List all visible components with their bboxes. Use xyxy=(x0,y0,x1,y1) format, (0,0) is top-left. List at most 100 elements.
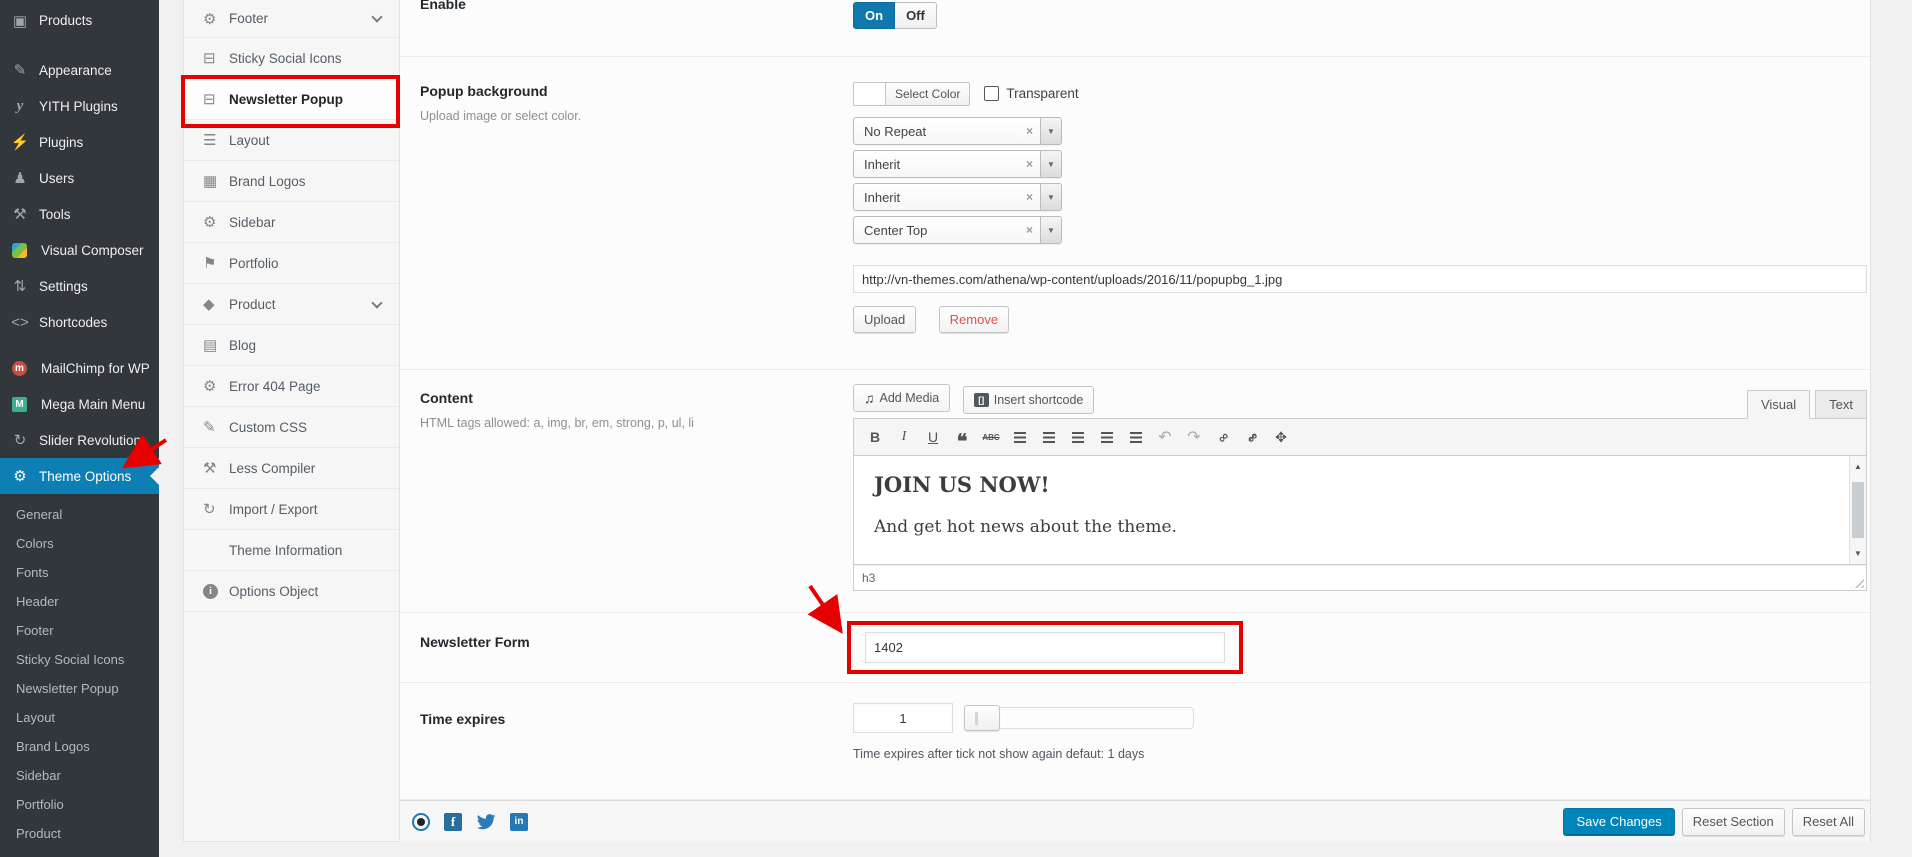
options-nav-blog[interactable]: ▤Blog xyxy=(184,325,399,366)
options-nav-portfolio[interactable]: ⚑Portfolio xyxy=(184,243,399,284)
upload-button[interactable]: Upload xyxy=(853,306,916,333)
options-nav-theme-information[interactable]: Theme Information xyxy=(184,530,399,571)
nav-item-label: Options Object xyxy=(229,584,318,599)
resize-grip[interactable] xyxy=(1851,575,1864,588)
select-value: Inherit xyxy=(854,157,1019,172)
sidebar-item-theme-options[interactable]: ⚙Theme Options xyxy=(0,458,159,494)
italic-icon[interactable]: I xyxy=(891,425,917,449)
insert-shortcode-button[interactable]: []Insert shortcode xyxy=(963,386,1095,414)
sidebar-item-yith-plugins[interactable]: yYITH Plugins xyxy=(0,88,159,124)
align-center-icon[interactable] xyxy=(1094,425,1120,449)
clear-icon[interactable]: × xyxy=(1019,223,1040,237)
submenu-item-fonts[interactable]: Fonts xyxy=(0,558,159,587)
sidebar-item-mega-main-menu[interactable]: MMega Main Menu xyxy=(0,386,159,422)
options-nav-product[interactable]: ◆Product xyxy=(184,284,399,325)
strikethrough-icon[interactable]: ABC xyxy=(978,425,1004,449)
sidebar-item-visual-composer[interactable]: Visual Composer xyxy=(0,232,159,268)
add-media-button[interactable]: ♫Add Media xyxy=(853,384,950,412)
gear-icon: ⚙ xyxy=(203,213,229,231)
options-nav-options-object[interactable]: iOptions Object xyxy=(184,571,399,612)
sidebar-item-products[interactable]: ▣Products xyxy=(0,0,159,41)
time-expires-slider[interactable] xyxy=(966,707,1194,729)
newsletter-form-input[interactable] xyxy=(865,632,1225,663)
submenu-item-colors[interactable]: Colors xyxy=(0,529,159,558)
background-repeat-select[interactable]: No Repeat×▼ xyxy=(853,117,1062,145)
clear-icon[interactable]: × xyxy=(1019,124,1040,138)
background-attachment-select[interactable]: Inherit×▼ xyxy=(853,183,1062,211)
scroll-up-icon[interactable]: ▲ xyxy=(1850,462,1866,471)
select-dropdown-arrow[interactable]: ▼ xyxy=(1040,151,1061,177)
unlink-icon[interactable]: ∞ xyxy=(1234,419,1269,454)
options-nav-newsletter-popup[interactable]: ⊟Newsletter Popup xyxy=(184,79,399,120)
options-nav-import-export[interactable]: ↻Import / Export xyxy=(184,489,399,530)
align-left-icon[interactable] xyxy=(1065,425,1091,449)
submenu-item-brand-logos[interactable]: Brand Logos xyxy=(0,732,159,761)
color-swatch[interactable] xyxy=(853,82,885,106)
sidebar-item-tools[interactable]: ⚒Tools xyxy=(0,196,159,232)
submenu-item-newsletter-popup[interactable]: Newsletter Popup xyxy=(0,674,159,703)
clear-icon[interactable]: × xyxy=(1019,190,1040,204)
facebook-icon[interactable]: f xyxy=(444,813,462,831)
editor-scrollbar[interactable]: ▲ ▼ xyxy=(1849,456,1866,564)
plugins-icon: ⚡ xyxy=(10,133,30,151)
circle-social-icon[interactable] xyxy=(412,813,430,831)
scrollbar-thumb[interactable] xyxy=(1852,482,1864,538)
add-media-icon: ♫ xyxy=(864,390,875,406)
editor-content-area[interactable]: JOIN US NOW! And get hot news about the … xyxy=(853,456,1867,565)
sidebar-item-shortcodes[interactable]: <>Shortcodes xyxy=(0,304,159,340)
underline-icon[interactable]: U xyxy=(920,425,946,449)
slider-handle[interactable] xyxy=(964,705,1000,731)
undo-icon[interactable]: ↶ xyxy=(1152,425,1178,449)
bold-icon[interactable]: B xyxy=(862,425,888,449)
options-nav-footer[interactable]: ⚙Footer xyxy=(184,0,399,38)
align-right-icon[interactable] xyxy=(1123,425,1149,449)
submenu-item-sticky-social-icons[interactable]: Sticky Social Icons xyxy=(0,645,159,674)
sidebar-item-settings[interactable]: ⇅Settings xyxy=(0,268,159,304)
sidebar-item-plugins[interactable]: ⚡Plugins xyxy=(0,124,159,160)
options-nav-layout[interactable]: ☰Layout xyxy=(184,120,399,161)
save-changes-button[interactable]: Save Changes xyxy=(1563,808,1674,836)
sidebar-item-appearance[interactable]: ✎Appearance xyxy=(0,52,159,88)
numbered-list-icon[interactable] xyxy=(1036,425,1062,449)
toggle-on-button[interactable]: On xyxy=(853,2,895,29)
submenu-item-product[interactable]: Product xyxy=(0,819,159,848)
options-nav-less-compiler[interactable]: ⚒Less Compiler xyxy=(184,448,399,489)
sidebar-item-mailchimp[interactable]: mMailChimp for WP xyxy=(0,350,159,386)
tab-visual[interactable]: Visual xyxy=(1747,390,1810,419)
fullscreen-icon[interactable]: ✥ xyxy=(1268,425,1294,449)
submenu-item-portfolio[interactable]: Portfolio xyxy=(0,790,159,819)
select-dropdown-arrow[interactable]: ▼ xyxy=(1040,184,1061,210)
submenu-item-footer[interactable]: Footer xyxy=(0,616,159,645)
sidebar-item-users[interactable]: ♟Users xyxy=(0,160,159,196)
options-nav-error-404-page[interactable]: ⚙Error 404 Page xyxy=(184,366,399,407)
redo-icon[interactable]: ↷ xyxy=(1181,425,1207,449)
options-nav-custom-css[interactable]: ✎Custom CSS xyxy=(184,407,399,448)
submenu-item-layout[interactable]: Layout xyxy=(0,703,159,732)
select-dropdown-arrow[interactable]: ▼ xyxy=(1040,217,1061,243)
select-dropdown-arrow[interactable]: ▼ xyxy=(1040,118,1061,144)
time-expires-input[interactable] xyxy=(853,703,953,733)
remove-button[interactable]: Remove xyxy=(939,306,1009,333)
linkedin-icon[interactable]: in xyxy=(510,813,528,831)
background-image-url-input[interactable] xyxy=(853,265,1867,293)
sidebar-item-slider-revolution[interactable]: ↻Slider Revolution xyxy=(0,422,159,458)
tab-text[interactable]: Text xyxy=(1815,390,1867,419)
transparent-checkbox[interactable] xyxy=(984,86,999,101)
clear-icon[interactable]: × xyxy=(1019,157,1040,171)
options-nav-sidebar[interactable]: ⚙Sidebar xyxy=(184,202,399,243)
options-nav-sticky-social-icons[interactable]: ⊟Sticky Social Icons xyxy=(184,38,399,79)
reset-all-button[interactable]: Reset All xyxy=(1792,808,1865,836)
bulleted-list-icon[interactable] xyxy=(1007,425,1033,449)
blockquote-icon[interactable]: ❝ xyxy=(949,425,975,449)
submenu-item-header[interactable]: Header xyxy=(0,587,159,616)
background-size-select[interactable]: Inherit×▼ xyxy=(853,150,1062,178)
twitter-icon[interactable] xyxy=(476,814,496,830)
options-nav-brand-logos[interactable]: ▦Brand Logos xyxy=(184,161,399,202)
submenu-item-sidebar[interactable]: Sidebar xyxy=(0,761,159,790)
select-color-button[interactable]: Select Color xyxy=(885,82,970,106)
reset-section-button[interactable]: Reset Section xyxy=(1682,808,1785,836)
toggle-off-button[interactable]: Off xyxy=(895,2,937,29)
background-position-select[interactable]: Center Top×▼ xyxy=(853,216,1062,244)
scroll-down-icon[interactable]: ▼ xyxy=(1850,549,1866,558)
submenu-item-general[interactable]: General xyxy=(0,500,159,529)
